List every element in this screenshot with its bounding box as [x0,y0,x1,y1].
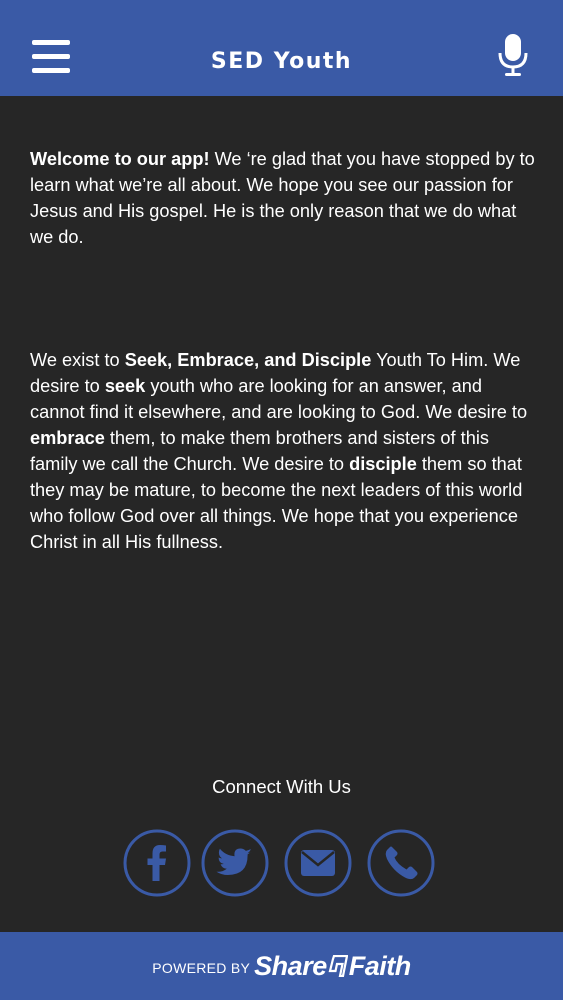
app-header: SED Youth [0,0,563,96]
microphone-icon [498,34,528,76]
menu-button[interactable] [32,40,70,73]
powered-by-label: POWERED BY [152,960,251,976]
hamburger-menu-icon [32,40,70,45]
welcome-paragraph: Welcome to our app! We ‘re glad that you… [30,149,535,247]
phone-icon [367,829,435,897]
facebook-icon [123,829,191,897]
main-content: Welcome to our app! We ‘re glad that you… [30,146,535,555]
twitter-button[interactable] [201,829,269,897]
microphone-button[interactable] [496,33,530,77]
email-button[interactable] [284,829,352,897]
app-footer: POWERED BY Share Faith [0,932,563,1000]
twitter-icon [201,829,269,897]
page-title: SED Youth [210,48,353,74]
email-icon [284,829,352,897]
sharefaith-mark-icon [328,955,348,977]
mission-paragraph: We exist to Seek, Embrace, and Disciple … [30,350,528,552]
welcome-heading: Welcome to our app! [30,149,210,169]
phone-button[interactable] [367,829,435,897]
sharefaith-logo[interactable]: Share Faith [254,951,411,982]
connect-heading: Connect With Us [212,776,351,797]
facebook-button[interactable] [123,829,191,897]
